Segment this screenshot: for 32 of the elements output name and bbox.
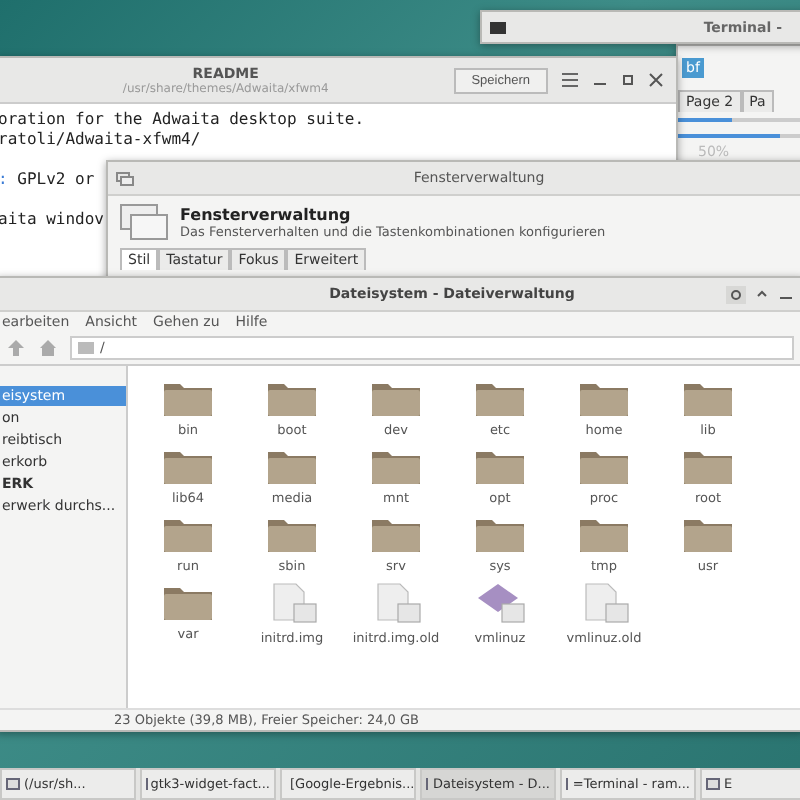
folder-icon <box>474 378 526 418</box>
folder-icon <box>682 378 734 418</box>
windows-icon <box>120 204 168 240</box>
folder-icon <box>682 446 734 486</box>
text-line: ratoli/Adwaita-xfwm4/ <box>0 130 201 150</box>
chevron-up-icon[interactable] <box>754 286 770 302</box>
folder-icon <box>578 514 630 554</box>
folder-icon <box>266 378 318 418</box>
folder-icon <box>266 514 318 554</box>
folder-icon <box>266 446 318 486</box>
terminal-icon <box>490 22 506 34</box>
folder-icon <box>162 582 214 622</box>
text-line: : GPLv2 or <box>0 170 95 190</box>
drive-icon <box>78 342 94 354</box>
folder-icon <box>474 446 526 486</box>
settings-icon[interactable] <box>726 285 746 303</box>
dialog-heading: Fensterverwaltung <box>180 205 353 223</box>
kernel-file-icon <box>474 582 526 626</box>
folder-icon <box>578 378 630 418</box>
folder-icon <box>370 378 422 418</box>
windows-icon <box>116 171 134 185</box>
folder-icon <box>162 514 214 554</box>
folder-icon <box>162 446 214 486</box>
menu-icon[interactable] <box>560 72 580 88</box>
folder-icon <box>578 446 630 486</box>
folder-icon <box>474 514 526 554</box>
folder-icon <box>162 378 214 418</box>
folder-icon <box>370 514 422 554</box>
maximize-icon[interactable] <box>620 72 636 88</box>
folder-icon <box>370 446 422 486</box>
close-icon[interactable] <box>648 72 664 88</box>
folder-icon <box>682 514 734 554</box>
